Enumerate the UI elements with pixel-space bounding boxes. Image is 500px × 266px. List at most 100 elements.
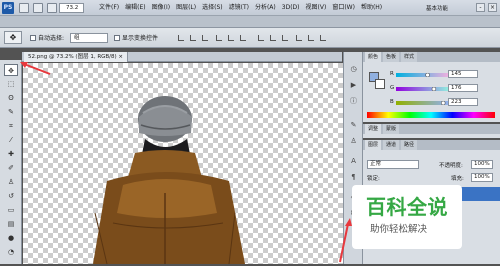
tab-paths[interactable]: 路径 [401, 140, 418, 150]
menu-analysis[interactable]: 分析(A) [252, 0, 279, 16]
zoom-level-field[interactable]: 73.2 [59, 3, 84, 13]
paragraph-panel-icon[interactable]: ¶ [348, 172, 359, 183]
blue-channel-label: B [390, 99, 394, 105]
menu-edit[interactable]: 编辑(E) [122, 0, 148, 16]
fill-field[interactable]: 100% [471, 173, 493, 182]
menu-window[interactable]: 窗口(W) [329, 0, 358, 16]
align-top-icon[interactable] [178, 35, 184, 41]
auto-select-label: 自动选择: [38, 35, 65, 42]
menu-help[interactable]: 帮助(H) [358, 0, 385, 16]
blend-mode-dropdown[interactable]: 正常 [367, 160, 419, 169]
align-right-icon[interactable] [240, 35, 246, 41]
tab-styles[interactable]: 样式 [401, 52, 418, 62]
toolbox: ✥ ⬚ ʘ ✎ ⌗ ⁄ ✚ ✐ ♙ ↺ ▭ ▤ ● ◔ [0, 60, 22, 264]
blur-tool-icon[interactable]: ● [4, 232, 18, 244]
auto-select-checkbox[interactable] [30, 35, 36, 41]
adjust-panel-tabs: 调整 蒙版 [363, 124, 500, 134]
history-brush-tool-icon[interactable]: ↺ [4, 190, 18, 202]
menu-image[interactable]: 图像(I) [149, 0, 173, 16]
bridge-icon[interactable] [19, 3, 29, 13]
tab-swatches[interactable]: 色板 [383, 52, 400, 62]
minimize-button[interactable]: - [476, 3, 485, 12]
green-value-field[interactable]: 176 [448, 84, 478, 92]
distribute-right-icon[interactable] [320, 35, 326, 41]
blue-slider[interactable] [396, 101, 452, 105]
document-tab-bar: 52.png @ 73.2% (图层 1, RGB/8) × [22, 52, 342, 62]
menu-3d[interactable]: 3D(D) [279, 0, 303, 16]
character-panel-icon[interactable]: A [348, 156, 359, 167]
brush-tool-icon[interactable]: ✐ [4, 162, 18, 174]
workspace-switcher[interactable]: 基本功能 [426, 4, 448, 12]
layers-panel-tabs: 图层 通道 路径 [363, 140, 500, 150]
menu-file[interactable]: 文件(F) [96, 0, 122, 16]
distribute-bottom-icon[interactable] [282, 35, 288, 41]
info-panel-icon[interactable]: ⓘ [348, 96, 359, 107]
watermark-badge: 百科全说 助你轻松解决 [352, 185, 462, 249]
person-image [93, 96, 245, 265]
clone-source-icon[interactable]: ♙ [348, 136, 359, 147]
menu-filter[interactable]: 滤镜(T) [226, 0, 252, 16]
photoshop-logo: PS [2, 2, 14, 14]
menu-bar: PS 73.2 文件(F) 编辑(E) 图像(I) 图层(L) 选择(S) 滤镜… [0, 0, 500, 16]
distribute-hcenter-icon[interactable] [308, 35, 314, 41]
options-bar: ✥ 自动选择: 组 显示变换控件 [0, 28, 500, 48]
background-color-swatch[interactable] [375, 79, 385, 89]
red-value-field[interactable]: 145 [448, 70, 478, 78]
red-channel-label: R [390, 71, 394, 77]
watermark-title: 百科全说 [366, 195, 448, 219]
move-tool-preset-icon[interactable]: ✥ [4, 31, 22, 44]
quick-select-tool-icon[interactable]: ✎ [4, 106, 18, 118]
close-button[interactable]: × [488, 3, 497, 12]
clone-stamp-tool-icon[interactable]: ♙ [4, 176, 18, 188]
align-bottom-icon[interactable] [202, 35, 208, 41]
healing-brush-tool-icon[interactable]: ✚ [4, 148, 18, 160]
distribute-vcenter-icon[interactable] [270, 35, 276, 41]
tab-adjustments[interactable]: 调整 [365, 124, 382, 134]
crop-tool-icon[interactable]: ⌗ [4, 120, 18, 132]
adjustments-panel: 调整 蒙版 [363, 124, 500, 138]
auto-select-dropdown[interactable]: 组 [70, 33, 108, 43]
opacity-field[interactable]: 100% [471, 160, 493, 169]
tab-masks[interactable]: 蒙版 [383, 124, 400, 134]
show-transform-checkbox[interactable] [114, 35, 120, 41]
red-slider[interactable] [396, 73, 452, 77]
canvas[interactable] [23, 63, 343, 265]
blue-value-field[interactable]: 223 [448, 98, 478, 106]
tab-channels[interactable]: 通道 [383, 140, 400, 150]
align-left-icon[interactable] [216, 35, 222, 41]
marquee-tool-icon[interactable]: ⬚ [4, 78, 18, 90]
dodge-tool-icon[interactable]: ◔ [4, 246, 18, 258]
align-vcenter-icon[interactable] [190, 35, 196, 41]
color-spectrum-ramp[interactable] [367, 112, 495, 118]
menu-view[interactable]: 视图(V) [303, 0, 330, 16]
tab-layers[interactable]: 图层 [365, 140, 382, 150]
history-panel-icon[interactable]: ◷ [348, 64, 359, 75]
annotation-arrow [20, 62, 51, 75]
zoom-tool-icon[interactable] [47, 3, 57, 13]
distribute-left-icon[interactable] [296, 35, 302, 41]
menu-select[interactable]: 选择(S) [199, 0, 226, 16]
green-channel-label: G [390, 85, 395, 91]
gradient-tool-icon[interactable]: ▤ [4, 218, 18, 230]
tab-color[interactable]: 颜色 [365, 52, 382, 62]
lock-label: 锁定: [367, 176, 380, 182]
move-tool-icon[interactable]: ✥ [4, 64, 18, 76]
actions-panel-icon[interactable]: ▶ [348, 80, 359, 91]
eyedropper-tool-icon[interactable]: ⁄ [4, 134, 18, 146]
align-hcenter-icon[interactable] [228, 35, 234, 41]
color-panel: 颜色 色板 样式 R 145 G 176 B 223 [363, 52, 500, 122]
watermark-subtitle: 助你轻松解决 [370, 224, 428, 235]
mini-bridge-icon[interactable] [33, 3, 43, 13]
brush-presets-icon[interactable]: ✎ [348, 120, 359, 131]
lasso-tool-icon[interactable]: ʘ [4, 92, 18, 104]
show-transform-label: 显示变换控件 [122, 35, 159, 42]
color-panel-tabs: 颜色 色板 样式 [363, 52, 500, 62]
main-menu: 文件(F) 编辑(E) 图像(I) 图层(L) 选择(S) 滤镜(T) 分析(A… [96, 0, 385, 16]
menu-layer[interactable]: 图层(L) [173, 0, 199, 16]
app-bar-strip [0, 16, 500, 28]
eraser-tool-icon[interactable]: ▭ [4, 204, 18, 216]
opacity-label: 不透明度: [439, 163, 463, 169]
fill-label: 填充: [451, 176, 464, 182]
distribute-top-icon[interactable] [258, 35, 264, 41]
green-slider[interactable] [396, 87, 452, 91]
